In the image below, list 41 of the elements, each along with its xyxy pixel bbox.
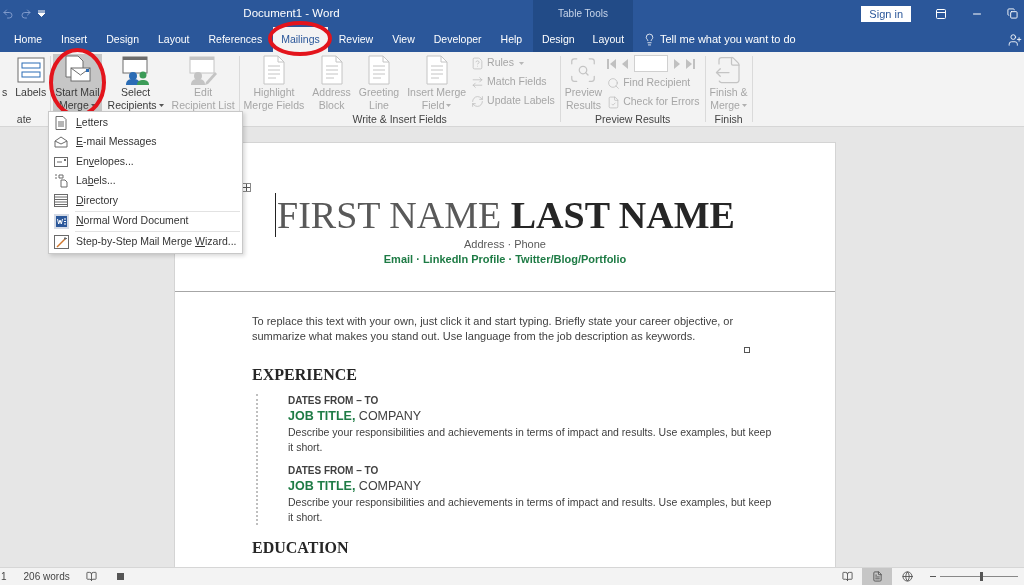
ribbon-tab[interactable]: Design <box>98 27 147 52</box>
ribbon-button[interactable]: Select Recipients <box>105 54 166 112</box>
menu-item[interactable]: Normal Word Document <box>49 211 242 231</box>
page-number: 1 <box>1 570 7 584</box>
entry-dates: DATES FROM – TO <box>288 394 380 408</box>
entry-title: JOB TITLE, COMPANY <box>288 408 423 425</box>
ribbon-group-label: Preview Results <box>595 114 671 125</box>
menu-item[interactable]: Step-by-Step Mail Merge Wizard... <box>49 232 242 252</box>
ribbon-tab[interactable]: Insert <box>53 27 96 52</box>
ribbon-tab[interactable]: Developer <box>425 27 490 52</box>
contact-line: Address · Phone <box>464 237 546 251</box>
links-line: Email · LinkedIn Profile · Twitter/Blog/Portfolio <box>383 252 627 267</box>
sign-in-button[interactable]: Sign in <box>861 5 911 22</box>
menu-item[interactable]: Envelopes... <box>49 152 242 172</box>
menu-item[interactable]: Directory <box>49 191 242 211</box>
entry-title: JOB TITLE, COMPANY <box>288 478 423 495</box>
ribbon-group-label: Finish <box>714 114 743 125</box>
ribbon-tab[interactable]: References <box>200 27 271 52</box>
ribbon-tab[interactable]: Layout <box>149 27 198 52</box>
menu-item[interactable]: E-mail Messages <box>49 132 242 152</box>
section-heading: EXPERIENCE <box>252 365 358 385</box>
ribbon-tab[interactable]: Review <box>330 27 382 52</box>
entry-dates: DATES FROM – TO <box>288 464 380 478</box>
ribbon-tab[interactable]: View <box>384 27 423 52</box>
menu-item[interactable]: Letters <box>49 113 242 133</box>
ribbon-group-label: Write & Insert Fields <box>352 114 447 125</box>
objective-paragraph: To replace this text with your own, just click it and start typing. Briefly state your career objective, or summarize what makes you stand out. Use language from the job description as keywords. <box>252 314 735 344</box>
ribbon-tab[interactable]: Help <box>492 27 531 52</box>
contextual-group-title: Table Tools <box>558 7 608 21</box>
word-count: 206 words <box>23 570 70 584</box>
tell-me-field[interactable]: Tell me what you want to do <box>660 31 796 48</box>
entry-description: Describe your responsibilities and achievements in terms of impact and results. Use examples, but keep it short. <box>288 425 773 455</box>
ribbon-group-label: ate <box>16 114 32 125</box>
ribbon-tab[interactable]: Home <box>6 27 50 52</box>
ribbon-button[interactable]: s <box>0 54 10 112</box>
entry-description: Describe your responsibilities and achievements in terms of impact and results. Use examples, but keep it short. <box>288 495 773 525</box>
window-title: Document1 - Word <box>242 5 341 21</box>
resume-name: FIRST NAME LAST NAME <box>275 193 735 237</box>
section-heading: EDUCATION <box>252 539 350 557</box>
ribbon-button[interactable]: Labels <box>13 54 49 112</box>
menu-item[interactable]: Labels... <box>49 171 242 191</box>
